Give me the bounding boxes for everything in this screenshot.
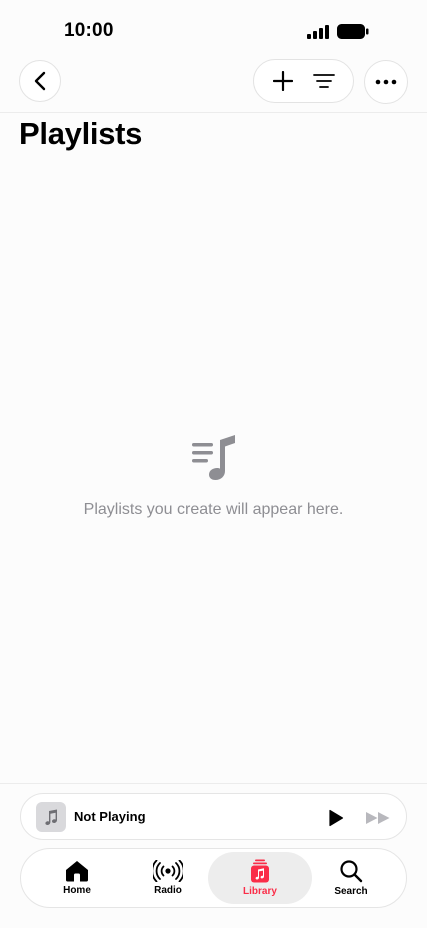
fast-forward-button[interactable] <box>363 806 393 830</box>
signal-icon <box>307 24 329 39</box>
page-title: Playlists <box>19 116 143 151</box>
filter-lines-icon <box>313 74 336 88</box>
artwork <box>36 802 66 832</box>
divider <box>0 783 427 784</box>
tab-label: Library <box>243 886 277 897</box>
search-icon <box>340 860 363 883</box>
toolbar-actions <box>253 59 354 103</box>
music-note-icon <box>45 809 57 825</box>
playlist-icon <box>191 435 235 480</box>
home-icon <box>66 861 88 882</box>
chevron-left-icon <box>34 71 46 91</box>
tab-home[interactable]: Home <box>25 852 129 904</box>
status-time: 10:00 <box>64 20 114 41</box>
empty-state: Playlists you create will appear here. <box>0 432 427 519</box>
back-button[interactable] <box>19 60 61 102</box>
tab-label: Home <box>63 885 91 896</box>
tab-library[interactable]: Library <box>208 852 312 904</box>
battery-icon <box>337 24 369 39</box>
tab-label: Search <box>334 886 368 897</box>
nav-bar <box>0 58 427 113</box>
empty-message: Playlists you create will appear here. <box>83 501 344 518</box>
mini-player[interactable]: Not Playing <box>20 793 407 840</box>
radio-icon <box>153 860 183 882</box>
play-icon <box>329 809 344 827</box>
tab-label: Radio <box>154 885 182 896</box>
tab-radio[interactable]: Radio <box>116 852 220 904</box>
tab-search[interactable]: Search <box>299 852 403 904</box>
fast-forward-icon <box>366 812 390 824</box>
status-bar: 10:00 <box>0 0 427 58</box>
ellipsis-icon <box>375 79 397 85</box>
plus-icon <box>272 71 293 91</box>
now-playing-title: Not Playing <box>74 809 146 824</box>
add-playlist-button[interactable] <box>265 63 301 99</box>
more-button[interactable] <box>364 60 408 104</box>
tab-bar: Home Radio Library Search <box>20 848 407 908</box>
play-button[interactable] <box>324 806 348 830</box>
status-icons <box>307 24 369 39</box>
library-icon <box>251 859 269 883</box>
sort-button[interactable] <box>306 63 342 99</box>
